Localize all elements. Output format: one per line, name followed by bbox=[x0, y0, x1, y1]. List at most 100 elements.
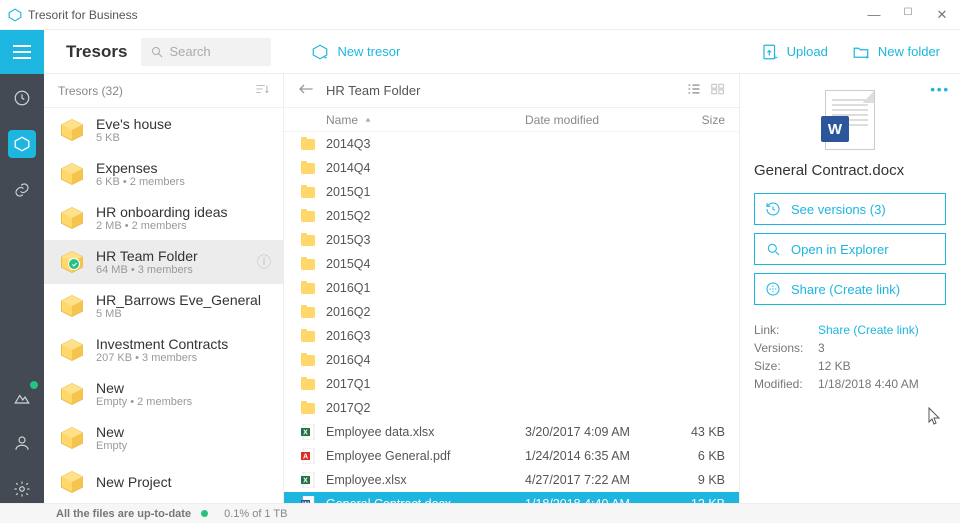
svg-text:A: A bbox=[303, 454, 308, 461]
clock-icon bbox=[13, 89, 31, 107]
window-minimize-button[interactable]: — bbox=[864, 7, 884, 23]
mountain-icon bbox=[13, 388, 31, 406]
xlsx-icon: X bbox=[301, 424, 315, 440]
file-row[interactable]: 2016Q4 bbox=[284, 348, 739, 372]
open-explorer-button[interactable]: Open in Explorer bbox=[754, 233, 946, 265]
tresor-icon bbox=[58, 116, 86, 144]
svg-text:X: X bbox=[303, 478, 308, 485]
file-name: 2015Q4 bbox=[326, 257, 525, 271]
tresor-name: HR_Barrows Eve_General bbox=[96, 292, 261, 308]
file-row[interactable]: 2016Q1 bbox=[284, 276, 739, 300]
file-name: 2016Q1 bbox=[326, 281, 525, 295]
meta-link-value[interactable]: Share (Create link) bbox=[818, 323, 919, 337]
col-date[interactable]: Date modified bbox=[525, 113, 665, 127]
file-name: 2016Q2 bbox=[326, 305, 525, 319]
file-row[interactable]: 2015Q2 bbox=[284, 204, 739, 228]
tresor-info-button[interactable]: ⓘ bbox=[257, 252, 271, 272]
file-row[interactable]: 2015Q3 bbox=[284, 228, 739, 252]
sort-asc-icon bbox=[364, 116, 372, 124]
hamburger-menu-button[interactable] bbox=[0, 30, 44, 74]
file-date: 4/27/2017 7:22 AM bbox=[525, 473, 665, 487]
file-row[interactable]: XEmployee data.xlsx3/20/2017 4:09 AM43 K… bbox=[284, 420, 739, 444]
file-name: General Contract.docx bbox=[326, 497, 525, 503]
file-row[interactable]: 2014Q4 bbox=[284, 156, 739, 180]
details-title: General Contract.docx bbox=[754, 162, 946, 179]
tresor-icon bbox=[58, 468, 86, 496]
sort-icon bbox=[255, 83, 269, 95]
rail-sync-status[interactable] bbox=[8, 383, 36, 411]
tresor-item[interactable]: HR_Barrows Eve_General5 MB bbox=[44, 284, 283, 328]
file-row[interactable]: 2016Q3 bbox=[284, 324, 739, 348]
back-button[interactable] bbox=[298, 83, 314, 98]
tresor-item[interactable]: Eve's house5 KB bbox=[44, 108, 283, 152]
tresors-panel: Tresors (32) Eve's house5 KBExpenses6 KB… bbox=[44, 74, 284, 503]
see-versions-button[interactable]: See versions (3) bbox=[754, 193, 946, 225]
file-date: 1/18/2018 4:40 AM bbox=[525, 497, 665, 503]
view-grid-button[interactable] bbox=[711, 83, 725, 98]
upload-button[interactable]: + Upload bbox=[761, 43, 828, 61]
tresor-icon bbox=[58, 424, 86, 452]
tresor-meta: Empty • 2 members bbox=[96, 396, 192, 408]
rail-tresors[interactable] bbox=[8, 130, 36, 158]
search-input[interactable]: Search bbox=[141, 38, 271, 66]
meta-link-key: Link: bbox=[754, 323, 818, 337]
file-row[interactable]: AEmployee General.pdf1/24/2014 6:35 AM6 … bbox=[284, 444, 739, 468]
svg-text:+: + bbox=[865, 52, 870, 61]
tresor-icon bbox=[58, 380, 86, 408]
tresor-item[interactable]: HR onboarding ideas2 MB • 2 members bbox=[44, 196, 283, 240]
share-button[interactable]: Share (Create link) bbox=[754, 273, 946, 305]
rail-settings[interactable] bbox=[8, 475, 36, 503]
meta-size-key: Size: bbox=[754, 359, 818, 373]
new-folder-button[interactable]: + New folder bbox=[852, 43, 940, 61]
tresor-name: Investment Contracts bbox=[96, 336, 228, 352]
gear-icon bbox=[13, 480, 31, 498]
tresor-meta: 5 MB bbox=[96, 308, 261, 320]
new-tresor-button[interactable]: + New tresor bbox=[311, 43, 400, 61]
tresor-item[interactable]: HR Team Folder64 MB • 3 membersⓘ bbox=[44, 240, 283, 284]
tresor-icon bbox=[58, 336, 86, 364]
file-row[interactable]: 2016Q2 bbox=[284, 300, 739, 324]
file-date: 3/20/2017 4:09 AM bbox=[525, 425, 665, 439]
tresor-item[interactable]: NewEmpty bbox=[44, 416, 283, 460]
tresor-meta: Empty bbox=[96, 440, 127, 452]
view-list-button[interactable] bbox=[687, 83, 701, 98]
rail-account[interactable] bbox=[8, 429, 36, 457]
window-close-button[interactable]: ✕ bbox=[932, 7, 952, 23]
tresor-item[interactable]: NewEmpty • 2 members bbox=[44, 372, 283, 416]
search-icon bbox=[151, 46, 163, 58]
tresor-icon bbox=[58, 204, 86, 232]
file-row[interactable]: 2015Q1 bbox=[284, 180, 739, 204]
folder-icon bbox=[301, 211, 315, 222]
file-row[interactable]: 2015Q4 bbox=[284, 252, 739, 276]
file-row[interactable]: XEmployee.xlsx4/27/2017 7:22 AM9 KB bbox=[284, 468, 739, 492]
folder-icon bbox=[301, 355, 315, 366]
rail-links[interactable] bbox=[8, 176, 36, 204]
tresor-item[interactable]: Expenses6 KB • 2 members bbox=[44, 152, 283, 196]
col-name[interactable]: Name bbox=[326, 113, 358, 127]
tresors-sort-button[interactable] bbox=[255, 83, 269, 98]
files-panel: HR Team Folder Name Date modified Size 2… bbox=[284, 74, 740, 503]
file-name: 2015Q3 bbox=[326, 233, 525, 247]
tresor-meta: 6 KB • 2 members bbox=[96, 176, 185, 188]
meta-modified-value: 1/18/2018 4:40 AM bbox=[818, 377, 919, 391]
word-badge-icon: W bbox=[821, 116, 849, 142]
svg-text:+: + bbox=[773, 52, 778, 61]
rail-recents[interactable] bbox=[8, 84, 36, 112]
meta-modified-key: Modified: bbox=[754, 377, 818, 391]
tresor-item[interactable]: New Project bbox=[44, 460, 283, 503]
file-row[interactable]: 2014Q3 bbox=[284, 132, 739, 156]
file-row[interactable]: 2017Q2 bbox=[284, 396, 739, 420]
upload-label: Upload bbox=[787, 44, 828, 59]
file-row[interactable]: WGeneral Contract.docx1/18/2018 4:40 AM1… bbox=[284, 492, 739, 503]
file-date: 1/24/2014 6:35 AM bbox=[525, 449, 665, 463]
search-folder-icon bbox=[765, 241, 781, 257]
toolbar: Tresors Search + New tresor + Upload + N… bbox=[0, 30, 960, 74]
details-more-button[interactable]: ••• bbox=[930, 82, 950, 97]
share-icon bbox=[765, 281, 781, 297]
tresor-item[interactable]: Investment Contracts207 KB • 3 members bbox=[44, 328, 283, 372]
col-size[interactable]: Size bbox=[665, 113, 725, 127]
user-icon bbox=[13, 434, 31, 452]
meta-versions-key: Versions: bbox=[754, 341, 818, 355]
window-maximize-button[interactable]: ☐ bbox=[898, 7, 918, 23]
file-row[interactable]: 2017Q1 bbox=[284, 372, 739, 396]
